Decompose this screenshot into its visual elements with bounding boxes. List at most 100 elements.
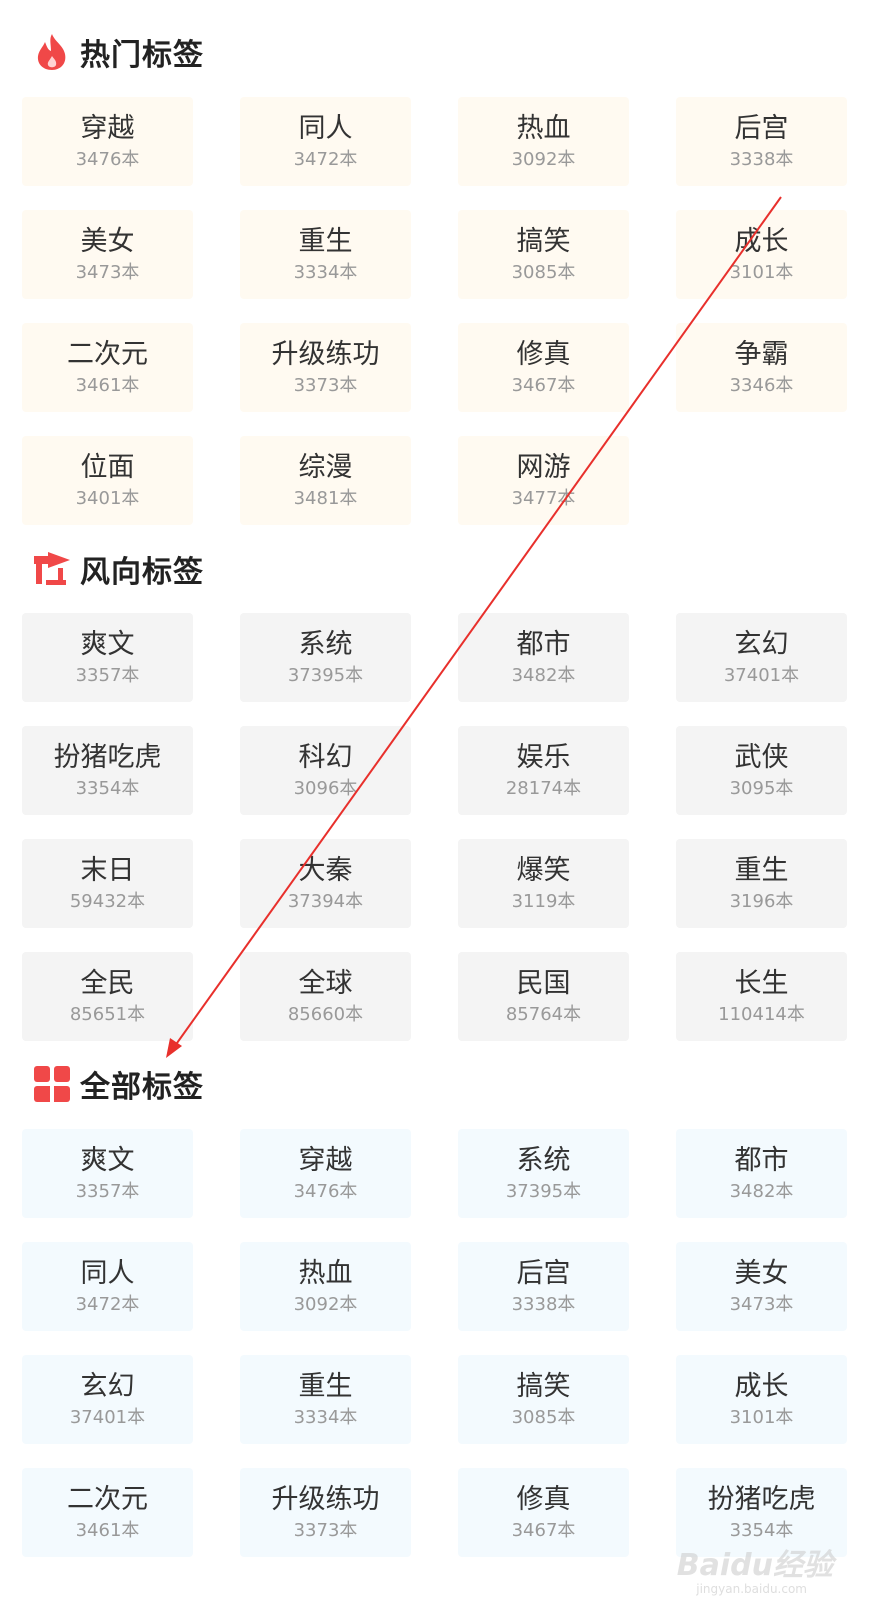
- tag-card[interactable]: 位面 3401本: [22, 436, 193, 525]
- tag-name: 穿越: [80, 112, 135, 144]
- tag-card[interactable]: 重生 3334本: [240, 210, 411, 299]
- tag-name: 二次元: [67, 1483, 148, 1515]
- tag-count: 3373本: [293, 1519, 358, 1541]
- tag-count: 3101本: [729, 261, 794, 283]
- tag-count: 3095本: [729, 777, 794, 799]
- tag-card[interactable]: 同人 3472本: [22, 1242, 193, 1331]
- tag-card[interactable]: 修真 3467本: [458, 323, 629, 412]
- tag-card[interactable]: 成长 3101本: [676, 1355, 847, 1444]
- tag-count: 37394本: [287, 890, 364, 912]
- tag-name: 全球: [298, 967, 353, 999]
- tag-card[interactable]: 玄幻 37401本: [676, 613, 847, 702]
- tag-card[interactable]: 末日 59432本: [22, 839, 193, 928]
- tag-card[interactable]: 穿越 3476本: [22, 97, 193, 186]
- tag-card[interactable]: 全球 85660本: [240, 952, 411, 1041]
- tag-card[interactable]: 系统 37395本: [458, 1129, 629, 1218]
- tag-card[interactable]: 搞笑 3085本: [458, 1355, 629, 1444]
- tag-name: 成长: [734, 225, 789, 257]
- tag-name: 重生: [298, 225, 353, 257]
- tag-card[interactable]: 网游 3477本: [458, 436, 629, 525]
- tag-name: 穿越: [298, 1144, 353, 1176]
- tag-card[interactable]: 同人 3472本: [240, 97, 411, 186]
- tag-count: 3357本: [75, 1180, 140, 1202]
- tag-name: 玄幻: [80, 1370, 135, 1402]
- tag-count: 3477本: [511, 487, 576, 509]
- tag-name: 全民: [80, 967, 135, 999]
- tag-count: 3346本: [729, 374, 794, 396]
- tag-card[interactable]: 二次元 3461本: [22, 323, 193, 412]
- tag-count: 28174本: [505, 777, 582, 799]
- tag-card[interactable]: 玄幻 37401本: [22, 1355, 193, 1444]
- tag-card[interactable]: 综漫 3481本: [240, 436, 411, 525]
- tag-name: 美女: [80, 225, 135, 257]
- tag-name: 网游: [516, 451, 571, 483]
- tag-card[interactable]: 爽文 3357本: [22, 613, 193, 702]
- tag-name: 热血: [298, 1257, 353, 1289]
- tag-count: 3401本: [75, 487, 140, 509]
- tag-count: 3354本: [729, 1519, 794, 1541]
- tag-card[interactable]: 热血 3092本: [240, 1242, 411, 1331]
- tag-count: 85651本: [69, 1003, 146, 1025]
- tag-card[interactable]: 争霸 3346本: [676, 323, 847, 412]
- tag-count: 3476本: [75, 148, 140, 170]
- tag-count: 3472本: [75, 1293, 140, 1315]
- tag-card[interactable]: 后宫 3338本: [458, 1242, 629, 1331]
- tag-card[interactable]: 科幻 3096本: [240, 726, 411, 815]
- tag-name: 争霸: [734, 338, 789, 370]
- tag-count: 3334本: [293, 1406, 358, 1428]
- tag-count: 37395本: [287, 664, 364, 686]
- tag-card[interactable]: 全民 85651本: [22, 952, 193, 1041]
- tag-card[interactable]: 重生 3334本: [240, 1355, 411, 1444]
- tag-count: 3101本: [729, 1406, 794, 1428]
- all-tags-grid: 爽文 3357本 穿越 3476本 系统 37395本 都市 3482本同人 3472本 热血 30…: [22, 1129, 847, 1557]
- tag-name: 长生: [734, 967, 789, 999]
- tag-card[interactable]: 成长 3101本: [676, 210, 847, 299]
- tag-card[interactable]: 长生 110414本: [676, 952, 847, 1041]
- tag-card[interactable]: 民国 85764本: [458, 952, 629, 1041]
- tag-card[interactable]: 修真 3467本: [458, 1468, 629, 1557]
- tag-card[interactable]: 大秦 37394本: [240, 839, 411, 928]
- tag-card[interactable]: 都市 3482本: [676, 1129, 847, 1218]
- watermark-url: jingyan.baidu.com: [696, 1582, 807, 1596]
- tag-name: 武侠: [734, 741, 789, 773]
- tag-card[interactable]: 都市 3482本: [458, 613, 629, 702]
- tag-card[interactable]: 娱乐 28174本: [458, 726, 629, 815]
- trend-tags-grid: 爽文 3357本 系统 37395本 都市 3482本 玄幻 37401本 扮猪吃虎 3354本 科…: [22, 613, 847, 1041]
- tag-name: 民国: [516, 967, 571, 999]
- tag-count: 3481本: [293, 487, 358, 509]
- tag-count: 3461本: [75, 1519, 140, 1541]
- tag-card[interactable]: 后宫 3338本: [676, 97, 847, 186]
- tag-count: 3482本: [729, 1180, 794, 1202]
- section-title-all: 全部标签: [80, 1070, 204, 1105]
- tag-card[interactable]: 重生 3196本: [676, 839, 847, 928]
- tag-card[interactable]: 升级练功 3373本: [240, 1468, 411, 1557]
- tag-name: 都市: [734, 1144, 789, 1176]
- tag-card[interactable]: 穿越 3476本: [240, 1129, 411, 1218]
- tag-count: 85764本: [505, 1003, 582, 1025]
- tag-card[interactable]: 升级练功 3373本: [240, 323, 411, 412]
- tag-card[interactable]: 武侠 3095本: [676, 726, 847, 815]
- tag-card[interactable]: 美女 3473本: [22, 210, 193, 299]
- section-title-trend: 风向标签: [80, 555, 204, 590]
- tag-name: 科幻: [298, 741, 353, 773]
- tag-card[interactable]: 热血 3092本: [458, 97, 629, 186]
- tag-card[interactable]: 扮猪吃虎 3354本: [22, 726, 193, 815]
- tag-name: 大秦: [298, 854, 353, 886]
- tag-name: 升级练功: [271, 1483, 380, 1515]
- tag-card[interactable]: 搞笑 3085本: [458, 210, 629, 299]
- tag-card[interactable]: 爽文 3357本: [22, 1129, 193, 1218]
- tag-name: 美女: [734, 1257, 789, 1289]
- tag-card[interactable]: 爆笑 3119本: [458, 839, 629, 928]
- tag-count: 3373本: [293, 374, 358, 396]
- tag-card[interactable]: 美女 3473本: [676, 1242, 847, 1331]
- tag-card[interactable]: 系统 37395本: [240, 613, 411, 702]
- tag-name: 后宫: [734, 112, 789, 144]
- tag-count: 37401本: [69, 1406, 146, 1428]
- tag-name: 二次元: [67, 338, 148, 370]
- tag-name: 娱乐: [516, 741, 571, 773]
- tag-name: 综漫: [298, 451, 353, 483]
- tag-card[interactable]: 二次元 3461本: [22, 1468, 193, 1557]
- tag-name: 系统: [516, 1144, 571, 1176]
- trend-tags-header: 风向标签: [32, 545, 204, 593]
- tag-count: 3092本: [511, 148, 576, 170]
